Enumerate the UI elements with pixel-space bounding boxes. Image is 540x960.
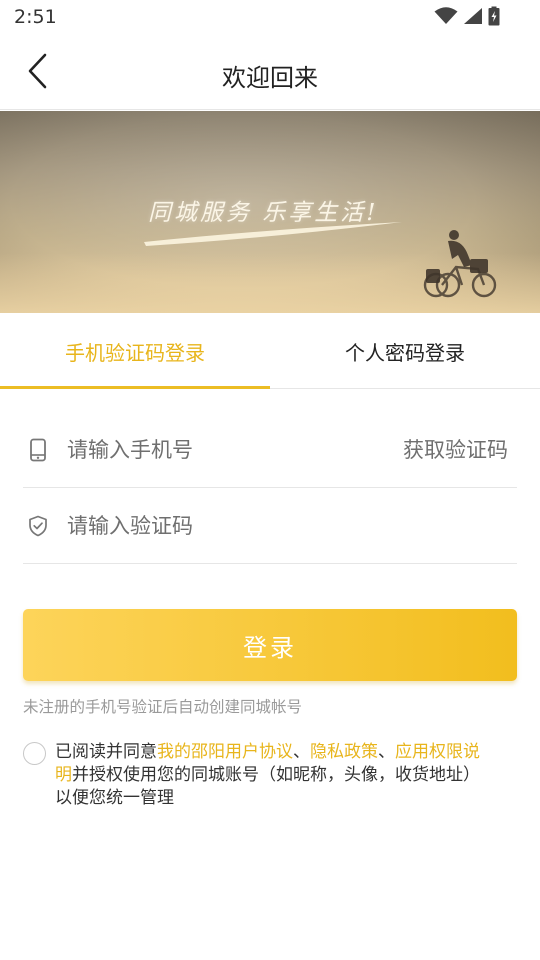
agreement-suffix: 并授权使用您的同城账号（如昵称，头像，收货地址）以便您统一管理: [55, 765, 480, 808]
status-time: 2:51: [14, 6, 57, 28]
shield-check-icon: [27, 514, 49, 538]
get-code-button[interactable]: 获取验证码: [403, 434, 508, 464]
phone-input[interactable]: [67, 430, 367, 470]
status-icons: [434, 6, 500, 30]
brush-stroke: [144, 222, 402, 246]
agreement-separator: 、: [378, 742, 395, 762]
code-field-row: [23, 488, 517, 564]
wifi-icon: [434, 7, 458, 29]
nav-bar: 欢迎回来: [0, 36, 540, 110]
agreement-prefix: 已阅读并同意: [55, 742, 157, 762]
privacy-policy-link[interactable]: 隐私政策: [310, 742, 378, 762]
agreement-separator: 、: [293, 742, 310, 762]
login-tabs: 手机验证码登录 个人密码登录: [0, 313, 540, 389]
agree-checkbox[interactable]: [23, 742, 46, 765]
tab-sms-login[interactable]: 手机验证码登录: [0, 313, 270, 389]
phone-field-row: 获取验证码: [23, 412, 517, 488]
user-agreement-link[interactable]: 我的邵阳用户协议: [157, 742, 293, 762]
login-button[interactable]: 登录: [23, 609, 517, 681]
cellular-signal-icon: [463, 7, 483, 29]
code-input[interactable]: [67, 506, 367, 546]
register-hint: 未注册的手机号验证后自动创建同城帐号: [23, 698, 303, 716]
cyclist-silhouette: [423, 230, 497, 298]
smartphone-icon: [27, 438, 49, 462]
page-title: 欢迎回来: [222, 64, 318, 92]
status-bar: 2:51: [0, 0, 540, 36]
tab-password-login[interactable]: 个人密码登录: [270, 313, 540, 389]
battery-charging-icon: [488, 6, 500, 30]
banner-image: 同城服务 乐享生活!: [0, 111, 540, 313]
tab-active-indicator: [0, 386, 270, 389]
agreement-text: 已阅读并同意我的邵阳用户协议、隐私政策、应用权限说明并授权使用您的同城账号（如昵…: [55, 741, 495, 810]
